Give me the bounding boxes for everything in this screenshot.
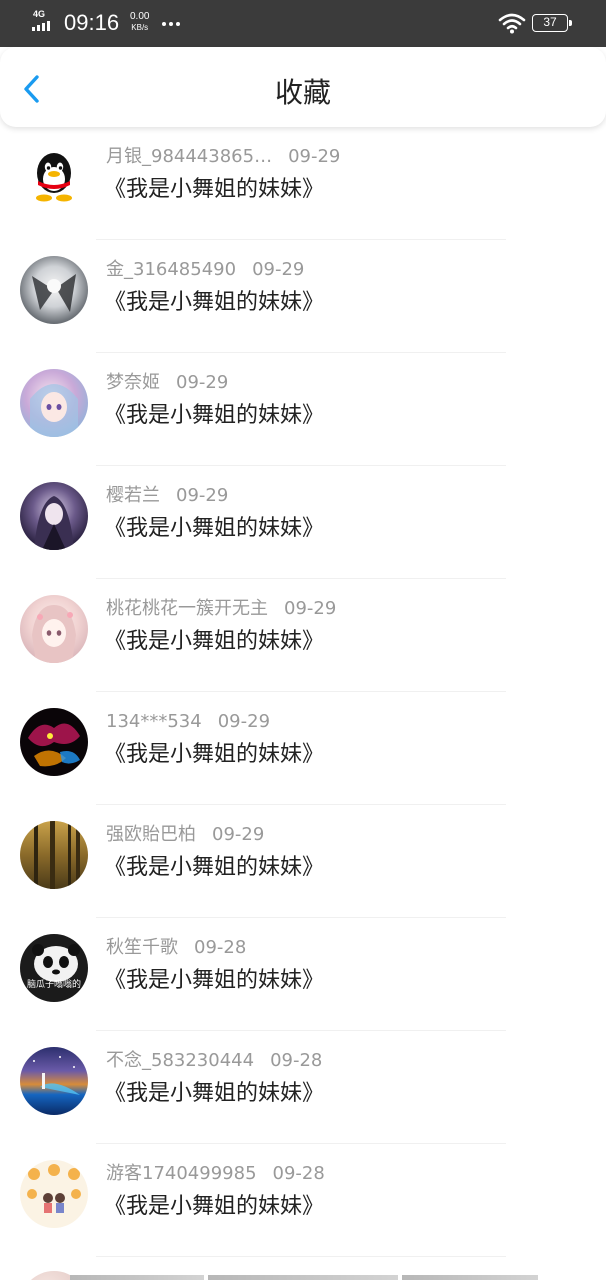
list-item[interactable]: 桃花桃花一簇开无主 09-29 《我是小舞姐的妹妹》 bbox=[0, 579, 606, 692]
item-title[interactable]: 《我是小舞姐的妹妹》 bbox=[104, 401, 324, 431]
item-title[interactable]: 《我是小舞姐的妹妹》 bbox=[104, 514, 324, 544]
username: 金_316485490 bbox=[106, 259, 237, 280]
list-item[interactable]: 梦奈姬 09-29 《我是小舞姐的妹妹》 bbox=[0, 353, 606, 466]
avatar[interactable] bbox=[20, 708, 88, 776]
item-meta: 134***534 09-29 bbox=[106, 710, 270, 734]
username: 134***534 bbox=[106, 711, 202, 732]
clock: 09:16 bbox=[64, 10, 120, 35]
list-item[interactable]: 134***534 09-29 《我是小舞姐的妹妹》 bbox=[0, 692, 606, 805]
item-meta: 强欧貽巴柏 09-29 bbox=[106, 823, 264, 847]
date: 09-29 bbox=[284, 598, 337, 619]
list-item[interactable]: 月银_984443865… 09-29 《我是小舞姐的妹妹》 bbox=[0, 127, 606, 240]
dark-creature-avatar bbox=[28, 723, 80, 767]
avatar[interactable] bbox=[20, 482, 88, 550]
date: 09-29 bbox=[252, 259, 305, 280]
username: 桃花桃花一簇开无主 bbox=[106, 598, 268, 619]
username: 不念_583230444 bbox=[106, 1050, 255, 1071]
username: 樱若兰 bbox=[106, 485, 160, 506]
item-meta: 金_316485490 09-29 bbox=[106, 258, 304, 282]
anime-girl-dark-avatar bbox=[34, 496, 74, 550]
list-item[interactable]: 不念_583230444 09-28 《我是小舞姐的妹妹》 bbox=[0, 1031, 606, 1144]
item-title[interactable]: 《我是小舞姐的妹妹》 bbox=[104, 1079, 324, 1109]
network-type: 4G bbox=[33, 9, 46, 19]
cellular-signal-icon: 4G bbox=[32, 9, 58, 35]
favorites-list: 月银_984443865… 09-29 《我是小舞姐的妹妹》 金_31648549… bbox=[0, 127, 606, 1257]
list-item[interactable]: 金_316485490 09-29 《我是小舞姐的妹妹》 bbox=[0, 240, 606, 353]
item-meta: 秋笙千歌 09-28 bbox=[106, 936, 246, 960]
item-title[interactable]: 《我是小舞姐的妹妹》 bbox=[104, 966, 324, 996]
list-item-partial[interactable] bbox=[0, 1257, 606, 1280]
avatar[interactable] bbox=[20, 595, 88, 663]
item-title[interactable]: 《我是小舞姐的妹妹》 bbox=[104, 740, 324, 770]
date: 09-28 bbox=[270, 1050, 323, 1071]
battery-icon: 37 bbox=[532, 14, 572, 32]
avatar[interactable] bbox=[20, 143, 88, 211]
more-notifications-icon bbox=[162, 22, 180, 26]
list-item[interactable]: 樱若兰 09-29 《我是小舞姐的妹妹》 bbox=[0, 466, 606, 579]
page-title: 收藏 bbox=[274, 76, 331, 109]
item-title[interactable]: 《我是小舞姐的妹妹》 bbox=[104, 175, 324, 205]
username: 秋笙千歌 bbox=[106, 937, 178, 958]
cover-thumbnail[interactable] bbox=[402, 1275, 538, 1280]
network-speed-unit: KB/s bbox=[131, 23, 149, 32]
list-item[interactable]: 脑瓜子嗡嗡的 秋笙千歌 09-28 《我是小舞姐的妹妹》 bbox=[0, 918, 606, 1031]
network-speed-value: 0.00 bbox=[130, 11, 150, 22]
status-bar: 4G 09:16 0.00 KB/s 37 bbox=[0, 0, 606, 47]
forest-avatar bbox=[34, 821, 80, 889]
avatar[interactable] bbox=[20, 256, 88, 324]
item-title[interactable]: 《我是小舞姐的妹妹》 bbox=[104, 1192, 324, 1222]
avatar[interactable] bbox=[20, 1047, 88, 1115]
anime-girl-pink-avatar bbox=[32, 605, 76, 663]
item-meta: 樱若兰 09-29 bbox=[106, 484, 228, 508]
avatar[interactable] bbox=[20, 821, 88, 889]
item-meta: 梦奈姬 09-29 bbox=[106, 371, 228, 395]
item-meta: 月银_984443865… 09-29 bbox=[106, 145, 340, 169]
date: 09-28 bbox=[194, 937, 247, 958]
cover-thumbnail[interactable] bbox=[208, 1275, 398, 1280]
item-meta: 桃花桃花一簇开无主 09-29 bbox=[106, 597, 336, 621]
date: 09-29 bbox=[288, 146, 341, 167]
avatar[interactable] bbox=[20, 1160, 88, 1228]
network-speed: 0.00 KB/s bbox=[130, 11, 149, 33]
night-sky-avatar bbox=[33, 1056, 80, 1095]
username: 强欧貽巴柏 bbox=[106, 824, 196, 845]
item-title[interactable]: 《我是小舞姐的妹妹》 bbox=[104, 853, 324, 883]
date: 09-28 bbox=[272, 1163, 325, 1184]
anime-girl-avatar bbox=[30, 384, 78, 437]
username: 月银_984443865… bbox=[106, 146, 273, 167]
qq-penguin-icon bbox=[36, 153, 72, 202]
item-title[interactable]: 《我是小舞姐的妹妹》 bbox=[104, 627, 324, 657]
anime-mecha-avatar bbox=[32, 274, 76, 312]
cartoon-couple-avatar bbox=[27, 1164, 81, 1213]
date: 09-29 bbox=[176, 372, 229, 393]
cover-thumbnail[interactable] bbox=[70, 1275, 204, 1280]
date: 09-29 bbox=[212, 824, 265, 845]
nav-header: 收藏 bbox=[0, 47, 606, 127]
item-meta: 不念_583230444 09-28 bbox=[106, 1049, 322, 1073]
list-item[interactable]: 强欧貽巴柏 09-29 《我是小舞姐的妹妹》 bbox=[0, 805, 606, 918]
date: 09-29 bbox=[217, 711, 271, 732]
battery-level: 37 bbox=[543, 15, 557, 29]
wifi-icon bbox=[498, 13, 526, 34]
list-item[interactable]: 游客1740499985 09-28 《我是小舞姐的妹妹》 bbox=[0, 1144, 606, 1257]
item-title[interactable]: 《我是小舞姐的妹妹》 bbox=[104, 288, 324, 318]
avatar[interactable] bbox=[20, 369, 88, 437]
username: 游客1740499985 bbox=[106, 1163, 257, 1184]
panda-avatar: 脑瓜子嗡嗡的 bbox=[27, 944, 81, 990]
date: 09-29 bbox=[176, 485, 229, 506]
avatar-caption: 脑瓜子嗡嗡的 bbox=[27, 978, 81, 990]
username: 梦奈姬 bbox=[106, 372, 160, 393]
avatar[interactable]: 脑瓜子嗡嗡的 bbox=[20, 934, 88, 1002]
item-meta: 游客1740499985 09-28 bbox=[106, 1162, 325, 1186]
